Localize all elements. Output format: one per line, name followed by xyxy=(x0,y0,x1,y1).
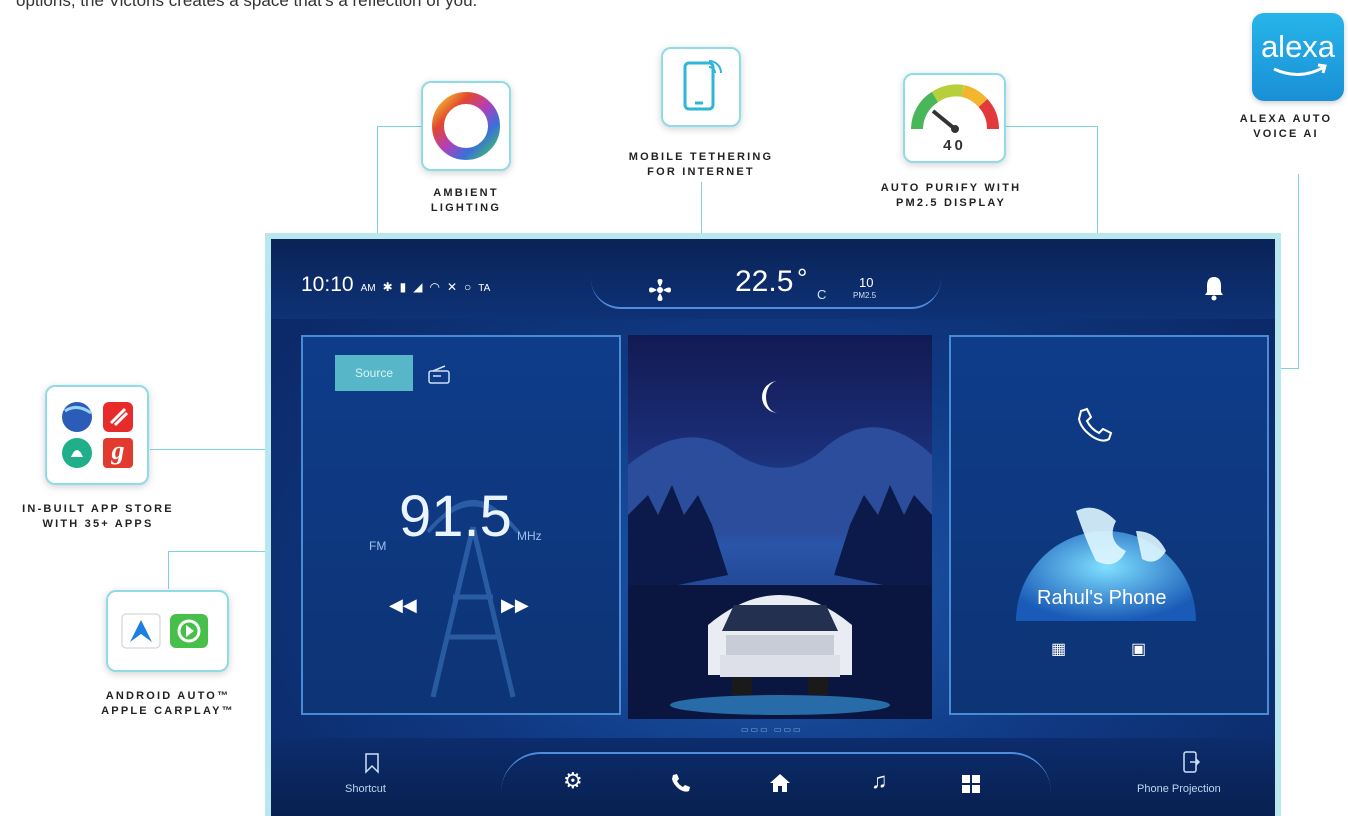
ambient-lighting-tile xyxy=(421,81,511,171)
carplay-tile xyxy=(106,590,229,672)
pm-value: 10 xyxy=(859,275,874,290)
infotainment-screen: 10:10 AM ✱ ▮ ◢ ◠ ✕ ○ TA 22.5 ° C 10 PM2.… xyxy=(265,233,1281,816)
alexa-caption: ALEXA AUTO VOICE AI xyxy=(1239,113,1333,140)
shortcut-label[interactable]: Shortcut xyxy=(345,783,386,795)
climate-bar: 22.5 ° C 10 PM2.5 xyxy=(591,263,941,309)
connector-carplay-v xyxy=(168,551,169,589)
fan-icon[interactable] xyxy=(647,277,673,303)
source-button[interactable]: Source xyxy=(335,355,413,391)
aqi-gauge-icon xyxy=(911,84,1000,133)
bottom-nav: Shortcut ⚙ ♫ Phone Projection xyxy=(271,738,1275,816)
radio-icon[interactable] xyxy=(427,365,451,385)
radio-panel: Source FM 91.5 MHz ◀◀ ▶▶ xyxy=(301,335,621,715)
contacts-icon[interactable]: ▣ xyxy=(1131,639,1146,659)
bookmark-icon[interactable] xyxy=(363,752,381,774)
fast-forward-button[interactable]: ▶▶ xyxy=(501,595,529,616)
night-landscape-illustration xyxy=(628,427,932,719)
connector-ambient-v xyxy=(377,126,378,234)
connected-device-name: Rahul's Phone xyxy=(1037,587,1167,609)
pm-label: PM2.5 xyxy=(853,291,877,300)
bluetooth-icon: ✱ xyxy=(382,280,393,294)
phone-wifi-icon xyxy=(683,60,722,111)
alexa-logo-tile: alexa xyxy=(1252,13,1344,101)
radio-unit: MHz xyxy=(517,529,542,543)
connector-purify-v xyxy=(1097,126,1098,234)
wifi-icon: ◠ xyxy=(429,280,440,294)
cabin-temperature[interactable]: 22.5 xyxy=(735,265,793,299)
traffic-announce: TA xyxy=(478,283,491,294)
connector-tether xyxy=(701,182,702,234)
phone-handset-icon[interactable] xyxy=(1073,405,1113,445)
purify-value: 40 xyxy=(943,137,966,154)
notification-bell-icon[interactable] xyxy=(1203,275,1225,301)
app-store-caption: IN-BUILT APP STORE WITH 35+ APPS xyxy=(22,503,174,530)
auto-purify-tile: 40 xyxy=(903,73,1006,163)
connector-appstore xyxy=(150,449,266,450)
alexa-smile-icon xyxy=(1273,63,1327,76)
android-auto-carplay-icon xyxy=(121,613,208,649)
signal-icon: ◢ xyxy=(413,280,423,294)
clock-ampm: AM xyxy=(360,283,376,294)
radio-band: FM xyxy=(369,539,387,553)
ring-icon: ○ xyxy=(464,280,472,294)
ambient-lighting-caption: AMBIENT LIGHTING xyxy=(430,187,502,214)
mute-icon: ✕ xyxy=(446,280,458,294)
clock-time: 10:10 xyxy=(301,273,354,296)
apps-grid-icon[interactable] xyxy=(961,774,981,794)
home-icon[interactable] xyxy=(768,772,792,794)
rewind-button[interactable]: ◀◀ xyxy=(389,595,417,616)
phone-panel: Rahul's Phone ▦ ▣ xyxy=(949,335,1269,715)
settings-icon[interactable]: ⚙ xyxy=(563,768,583,794)
mobile-tethering-tile xyxy=(661,47,741,127)
temperature-degree: ° xyxy=(797,263,808,293)
mobile-tethering-caption: MOBILE TETHERING FOR INTERNET xyxy=(628,151,774,178)
status-left: 10:10 AM ✱ ▮ ◢ ◠ ✕ ○ TA xyxy=(301,273,490,297)
dialpad-icon[interactable]: ▦ xyxy=(1051,639,1066,659)
radio-frequency: 91.5 xyxy=(399,484,512,549)
vehicle-hero-image xyxy=(628,335,932,719)
connector-alexa-v xyxy=(1298,174,1299,368)
status-bar: 10:10 AM ✱ ▮ ◢ ◠ ✕ ○ TA 22.5 ° C 10 PM2.… xyxy=(271,239,1275,319)
app-store-tile: g xyxy=(45,385,149,485)
page-indicator: ▭▭▭ ▭▭▭ xyxy=(741,725,803,734)
color-wheel-icon xyxy=(432,92,500,160)
music-icon[interactable]: ♫ xyxy=(871,768,888,794)
connector-carplay-h xyxy=(168,551,266,552)
phone-projection-icon[interactable] xyxy=(1181,750,1201,774)
battery-icon: ▮ xyxy=(399,280,407,294)
connector-ambient-h xyxy=(377,126,421,127)
gaana-letter: g xyxy=(111,436,125,465)
intro-text: options, the Victoris creates a space th… xyxy=(16,0,478,10)
auto-purify-caption: AUTO PURIFY WITH PM2.5 DISPLAY xyxy=(880,182,1022,209)
phone-projection-label[interactable]: Phone Projection xyxy=(1137,783,1221,795)
nav-phone-icon[interactable] xyxy=(669,772,691,794)
connector-purify-h xyxy=(1006,126,1097,127)
app-grid-icon xyxy=(62,402,133,468)
temperature-unit: C xyxy=(817,287,827,302)
carplay-caption: ANDROID AUTO™ APPLE CARPLAY™ xyxy=(101,690,235,717)
